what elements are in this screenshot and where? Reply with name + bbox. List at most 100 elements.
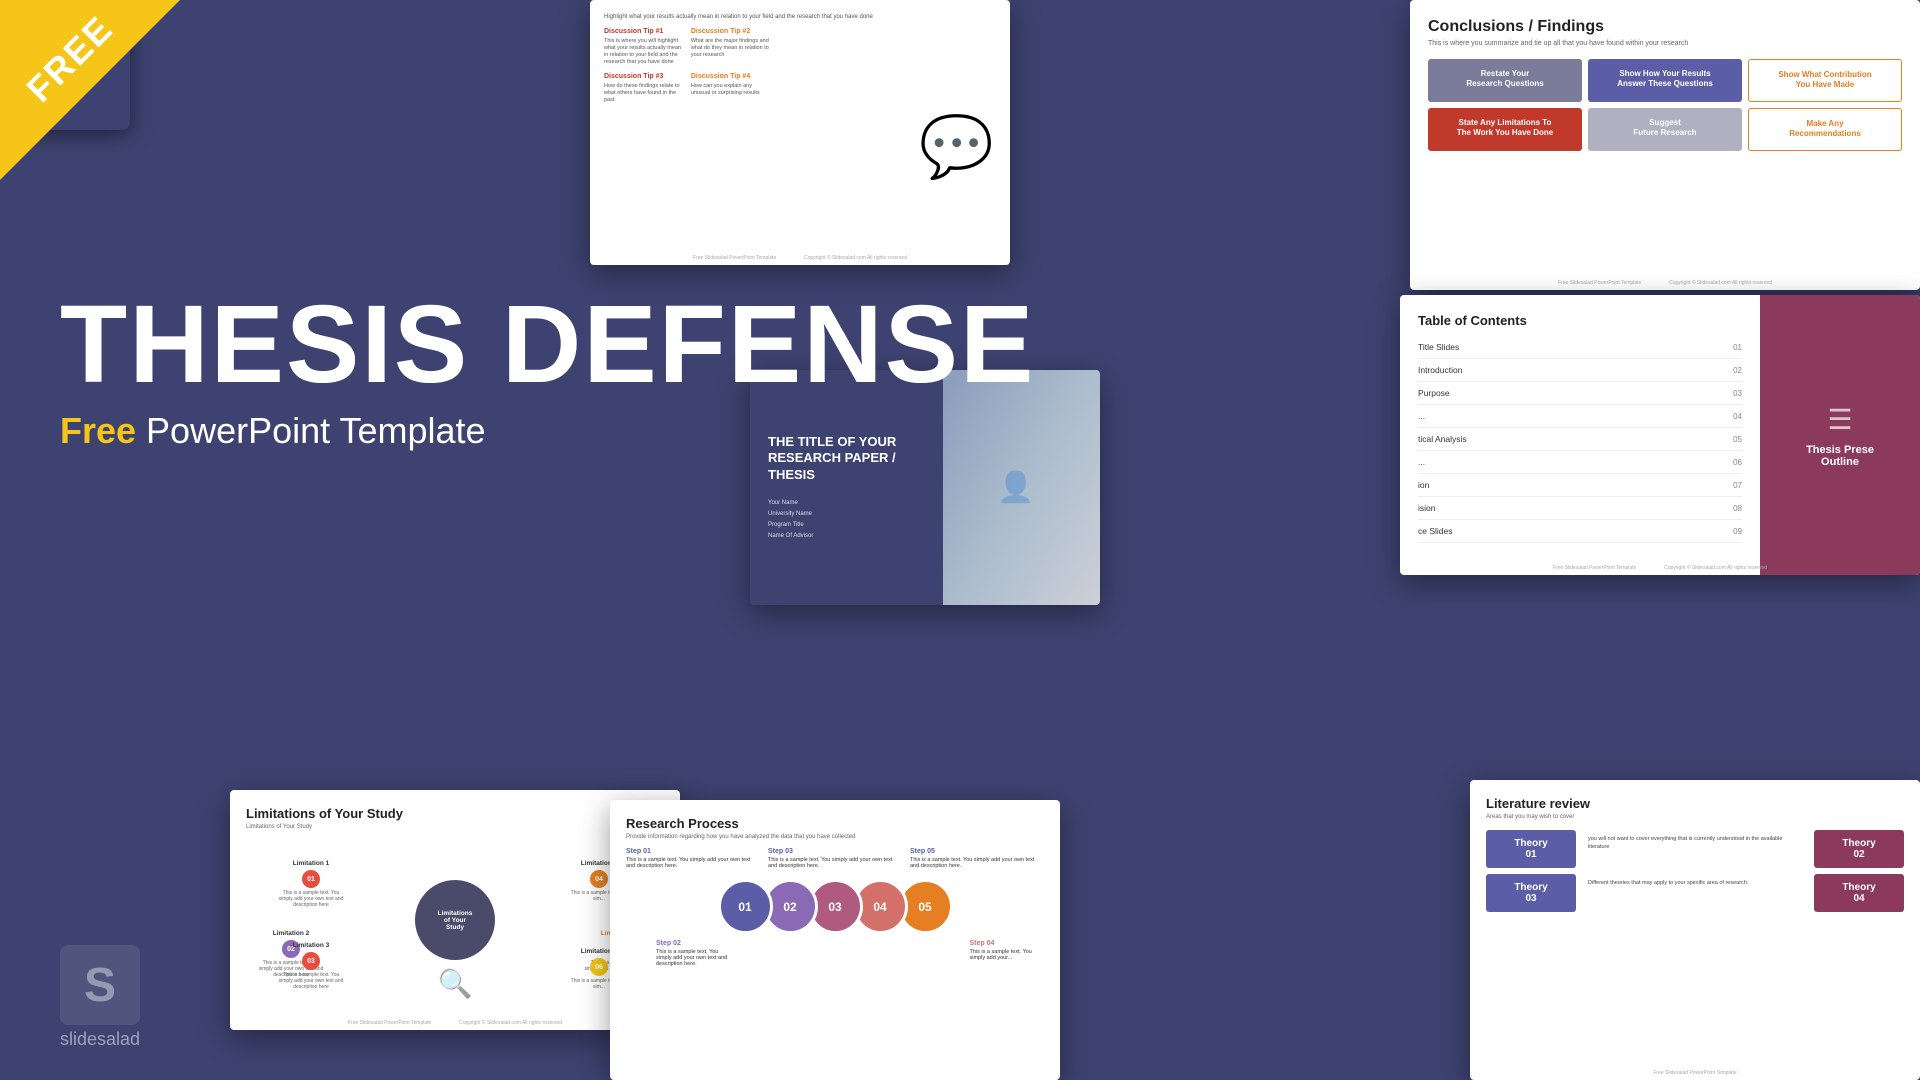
disc-tip-1: Discussion Tip #1 This is where you will…	[604, 28, 685, 67]
tip1-label: Discussion Tip #1	[604, 28, 685, 35]
tip2-body: What are the major findings and what do …	[691, 38, 772, 59]
literature-title: Literature review	[1486, 796, 1904, 811]
steps-top-row: Step 01 This is a sample text. You simpl…	[626, 848, 1044, 869]
outline-row-3: Purpose 03	[1418, 382, 1742, 405]
outline-row-6: ... 06	[1418, 451, 1742, 474]
outline-num-3: 03	[1733, 389, 1742, 398]
outline-label-8: ision	[1418, 503, 1435, 513]
free-subtitle-word: Free	[60, 410, 136, 451]
circle-1: 01	[718, 879, 773, 934]
magnifier-icon: 🔍	[438, 967, 473, 1000]
step4-body: This is a sample text. You simply add yo…	[970, 949, 1045, 961]
outline-num-9: 09	[1733, 527, 1742, 536]
conclusions-slide: Conclusions / Findings This is where you…	[1410, 0, 1920, 290]
tip2-label: Discussion Tip #2	[691, 28, 772, 35]
outline-label-2: Introduction	[1418, 365, 1462, 375]
slidesalad-logo: S slidesalad	[60, 945, 140, 1050]
disc-tip-2: Discussion Tip #2 What are the major fin…	[691, 28, 772, 67]
outline-num-7: 07	[1733, 481, 1742, 490]
chat-icon: 💬	[919, 111, 994, 182]
logo-letter: S	[84, 958, 116, 1013]
outline-label-4: ...	[1418, 411, 1425, 421]
step-4-col: Step 04 This is a sample text. You simpl…	[940, 940, 1045, 967]
theory-02-box: Theory02	[1814, 830, 1904, 868]
step-2-col: Step 02 This is a sample text. You simpl…	[626, 940, 731, 967]
step-5-col: Step 05 This is a sample text. You simpl…	[910, 848, 1044, 869]
step1-body: This is a sample text. You simply add yo…	[626, 857, 760, 869]
theory-04-box: Theory04	[1814, 874, 1904, 912]
literature-subtitle: Areas that you may wish to cover	[1486, 814, 1904, 820]
theory-01-label: Theory01	[1514, 838, 1547, 860]
main-title-section: THESIS DEFENSE Free PowerPoint Template	[60, 290, 1035, 452]
outline-list: Table of Contents Title Slides 01 Introd…	[1400, 295, 1760, 575]
lim-item-3: Limitation 3 03 This is a sample text. Y…	[276, 942, 346, 990]
literature-footer: Free Slidesalad PowerPoint Template	[1470, 1070, 1920, 1076]
step3-body: This is a sample text. You simply add yo…	[768, 857, 902, 869]
limitations-diagram: Limitationsof YourStudy Limitation 1 01 …	[246, 840, 664, 1000]
conclusions-grid-2: State Any Limitations ToThe Work You Hav…	[1428, 108, 1902, 151]
outline-num-4: 04	[1733, 412, 1742, 421]
disc-tip-4: Discussion Tip #4 How can you explain an…	[691, 73, 772, 104]
outline-label-7: ion	[1418, 480, 1429, 490]
logo-name: slidesalad	[60, 1029, 140, 1050]
limitations-title: Limitations of Your Study	[246, 806, 664, 821]
outline-footer: Free Slidesalad PowerPoint Template Copy…	[1400, 565, 1920, 571]
outline-label-6: ...	[1418, 457, 1425, 467]
step-1-col: Step 01 This is a sample text. You simpl…	[626, 848, 760, 869]
conc-cell-2: Show How Your ResultsAnswer These Questi…	[1588, 59, 1742, 102]
outline-row-4: ... 04	[1418, 405, 1742, 428]
advisor-name: Name Of Advisor	[768, 531, 925, 542]
conclusions-footer: Free Slidesalad PowerPoint Template Copy…	[1410, 280, 1920, 286]
theory-04-label: Theory04	[1842, 882, 1875, 904]
theory-03-desc: Different theories that may apply to you…	[1582, 874, 1808, 912]
theory-03-box: Theory03	[1486, 874, 1576, 912]
tip1-body: This is where you will highlight what yo…	[604, 38, 685, 67]
steps-bottom-row: Step 02 This is a sample text. You simpl…	[626, 940, 1044, 967]
tip4-body: How can you explain any unusual or surpr…	[691, 83, 772, 97]
outline-label-1: Title Slides	[1418, 342, 1459, 352]
outline-num-6: 06	[1733, 458, 1742, 467]
outline-row-2: Introduction 02	[1418, 359, 1742, 382]
lim-center-circle: Limitationsof YourStudy	[415, 880, 495, 960]
theory-03-label: Theory03	[1514, 882, 1547, 904]
discussion-slide: Highlight what your results actually mea…	[590, 0, 1010, 265]
step5-label: Step 05	[910, 848, 1044, 855]
main-title-heading: THESIS DEFENSE	[60, 290, 1035, 400]
defense-word: DEFENSE	[502, 283, 1036, 406]
theory-01-desc: you will not want to cover everything th…	[1582, 830, 1808, 868]
step5-body: This is a sample text. You simply add yo…	[910, 857, 1044, 869]
discussion-header: Highlight what your results actually mea…	[604, 14, 996, 20]
theory-grid: Theory01 you will not want to cover ever…	[1486, 830, 1904, 912]
discussion-icon: 💬	[917, 28, 996, 265]
outline-icon: ☰	[1827, 403, 1852, 436]
tip3-body: How do these findings relate to what oth…	[604, 83, 685, 104]
conclusions-title: Conclusions / Findings	[1428, 18, 1902, 36]
tip4-label: Discussion Tip #4	[691, 73, 772, 80]
logo-icon-box: S	[60, 945, 140, 1025]
thesis-word: THESIS	[60, 283, 469, 406]
outline-row-8: ision 08	[1418, 497, 1742, 520]
outline-row-7: ion 07	[1418, 474, 1742, 497]
literature-slide: Literature review Areas that you may wis…	[1470, 780, 1920, 1080]
university-name: University Name	[768, 509, 925, 520]
research-subtitle: Provide information regarding how you ha…	[626, 834, 1044, 840]
outline-num-2: 02	[1733, 366, 1742, 375]
conclusions-subtitle: This is where you summarize and tie up a…	[1428, 40, 1902, 47]
outline-label-9: ce Slides	[1418, 526, 1453, 536]
person-name: Your Name	[768, 498, 925, 509]
outline-row-9: ce Slides 09	[1418, 520, 1742, 543]
step4-label: Step 04	[970, 940, 1045, 947]
subtitle-line: Free PowerPoint Template	[60, 410, 1035, 452]
conclusions-grid: Restate YourResearch Questions Show How …	[1428, 59, 1902, 102]
step3-label: Step 03	[768, 848, 902, 855]
research-title: Research Process	[626, 816, 1044, 831]
step1-label: Step 01	[626, 848, 760, 855]
theory-01-box: Theory01	[1486, 830, 1576, 868]
outline-label-5: tical Analysis	[1418, 434, 1467, 444]
lim-item-1: Limitation 1 01 This is a sample text. Y…	[276, 860, 346, 908]
step2-body: This is a sample text. You simply add yo…	[656, 949, 731, 967]
conc-cell-1: Restate YourResearch Questions	[1428, 59, 1582, 102]
conc-cell-4: State Any Limitations ToThe Work You Hav…	[1428, 108, 1582, 151]
process-circles: 01 02 03 04 05	[626, 879, 1044, 934]
person-info: Your Name University Name Program Title …	[768, 498, 925, 541]
